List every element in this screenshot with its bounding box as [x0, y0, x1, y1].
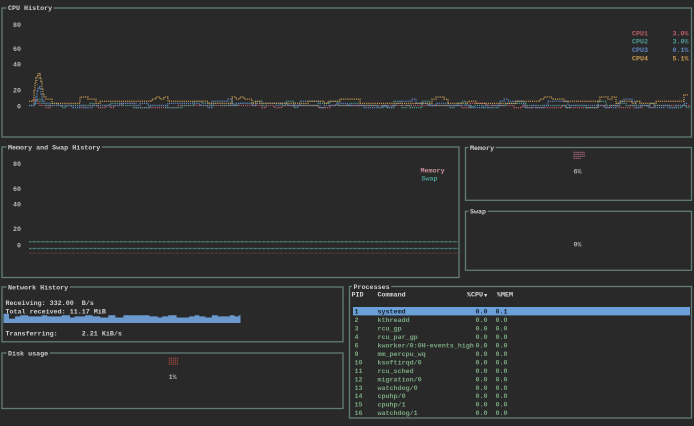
svg-text:CPU3: CPU3 — [632, 47, 648, 55]
svg-text:0.0: 0.0 — [475, 402, 487, 410]
svg-text:0: 0 — [17, 103, 21, 111]
svg-text:0.0: 0.0 — [495, 402, 507, 410]
svg-text:mm_percpu_wq: mm_percpu_wq — [378, 351, 426, 359]
svg-text:PID: PID — [352, 292, 364, 300]
svg-text:Swap: Swap — [470, 209, 486, 217]
svg-text:0.0: 0.0 — [495, 368, 507, 376]
svg-text:40: 40 — [13, 62, 21, 70]
svg-text:10: 10 — [355, 359, 363, 367]
svg-text:2: 2 — [355, 317, 359, 325]
svg-text:Transferring: 2.21 KiB/s: Transferring: 2.21 KiB/s — [6, 331, 122, 339]
svg-text:0.0: 0.0 — [495, 410, 507, 418]
svg-text:11: 11 — [355, 368, 363, 376]
svg-text:5.1%: 5.1% — [672, 55, 689, 63]
svg-text:Memory and Swap History: Memory and Swap History — [8, 144, 100, 152]
svg-text:0.0: 0.0 — [475, 343, 487, 351]
svg-text:0.0: 0.0 — [475, 376, 487, 384]
svg-text:Swap: Swap — [422, 176, 438, 184]
svg-text:3.0%: 3.0% — [672, 30, 689, 38]
svg-text:40: 40 — [13, 202, 21, 210]
svg-text:0.0: 0.0 — [475, 309, 487, 317]
svg-text:1%: 1% — [169, 374, 178, 382]
svg-text:Disk usage: Disk usage — [8, 350, 48, 358]
svg-text:ksoftirqd/0: ksoftirqd/0 — [378, 359, 422, 367]
svg-text:rcu_gp: rcu_gp — [378, 326, 402, 334]
svg-text:0.0: 0.0 — [475, 334, 487, 342]
svg-text:0.0: 0.0 — [495, 376, 507, 384]
svg-text:Command: Command — [378, 292, 406, 300]
svg-text:Total received: 11.17 MiB: Total received: 11.17 MiB — [6, 308, 106, 316]
svg-text:0.0: 0.0 — [495, 359, 507, 367]
svg-text:CPU1: CPU1 — [632, 30, 648, 38]
svg-text:rcu_par_gp: rcu_par_gp — [378, 334, 418, 342]
svg-text:watchdog/0: watchdog/0 — [378, 385, 418, 393]
svg-text:0.0: 0.0 — [475, 317, 487, 325]
svg-text:60: 60 — [13, 46, 21, 54]
svg-text:CPU4: CPU4 — [632, 55, 648, 63]
svg-text:watchdog/1: watchdog/1 — [378, 410, 418, 418]
svg-text:4: 4 — [355, 334, 359, 342]
svg-text:0.0: 0.0 — [475, 368, 487, 376]
svg-text:0: 0 — [17, 243, 21, 251]
svg-text:CPU2: CPU2 — [632, 39, 648, 47]
svg-text:0.0: 0.0 — [475, 385, 487, 393]
svg-text:systemd: systemd — [378, 309, 406, 317]
svg-text:12: 12 — [355, 376, 363, 384]
svg-text:%CPU: %CPU — [467, 292, 483, 300]
svg-text:0.0: 0.0 — [495, 343, 507, 351]
svg-text:Memory: Memory — [421, 167, 445, 175]
svg-text:20: 20 — [13, 226, 21, 234]
svg-text:0.0: 0.0 — [475, 359, 487, 367]
svg-text:0.0: 0.0 — [475, 326, 487, 334]
svg-text:0.0: 0.0 — [475, 410, 487, 418]
svg-text:3.0%: 3.0% — [672, 39, 689, 47]
svg-text:0.0: 0.0 — [495, 334, 507, 342]
svg-text:Memory: Memory — [470, 145, 494, 153]
svg-text:0.1%: 0.1% — [672, 47, 689, 55]
svg-text:Network History: Network History — [8, 284, 68, 292]
svg-text:3: 3 — [355, 326, 359, 334]
svg-text:1: 1 — [355, 309, 359, 317]
svg-text:0.0: 0.0 — [495, 317, 507, 325]
svg-text:16: 16 — [355, 410, 363, 418]
svg-text:6%: 6% — [573, 168, 582, 176]
svg-text:0.1: 0.1 — [495, 309, 507, 317]
svg-text:kthreadd: kthreadd — [378, 317, 410, 325]
svg-text:14: 14 — [355, 393, 363, 401]
svg-text:0.0: 0.0 — [495, 351, 507, 359]
svg-text:15: 15 — [355, 402, 363, 410]
svg-text:20: 20 — [13, 87, 21, 95]
svg-text:0%: 0% — [573, 241, 582, 249]
svg-text:CPU History: CPU History — [8, 5, 52, 13]
svg-text:0.0: 0.0 — [495, 393, 507, 401]
svg-text:9: 9 — [355, 351, 359, 359]
svg-text:Receiving: 332.00 B/s: Receiving: 332.00 B/s — [6, 300, 94, 308]
svg-text:%MEM: %MEM — [497, 292, 513, 300]
svg-text:0.0: 0.0 — [495, 385, 507, 393]
svg-text:6: 6 — [355, 343, 359, 351]
svg-text:kworker/0:0H-events_high: kworker/0:0H-events_high — [378, 343, 474, 351]
svg-text:cpuhp/0: cpuhp/0 — [378, 393, 406, 401]
svg-text:0.0: 0.0 — [475, 393, 487, 401]
svg-text:cpuhp/1: cpuhp/1 — [378, 402, 406, 410]
svg-text:0.0: 0.0 — [495, 326, 507, 334]
svg-text:rcu_sched: rcu_sched — [378, 368, 414, 376]
svg-text:13: 13 — [355, 385, 363, 393]
svg-text:60: 60 — [13, 186, 21, 194]
svg-text:80: 80 — [13, 22, 21, 30]
svg-text:80: 80 — [13, 161, 21, 169]
svg-text:0.0: 0.0 — [475, 351, 487, 359]
svg-text:migration/0: migration/0 — [378, 376, 422, 384]
